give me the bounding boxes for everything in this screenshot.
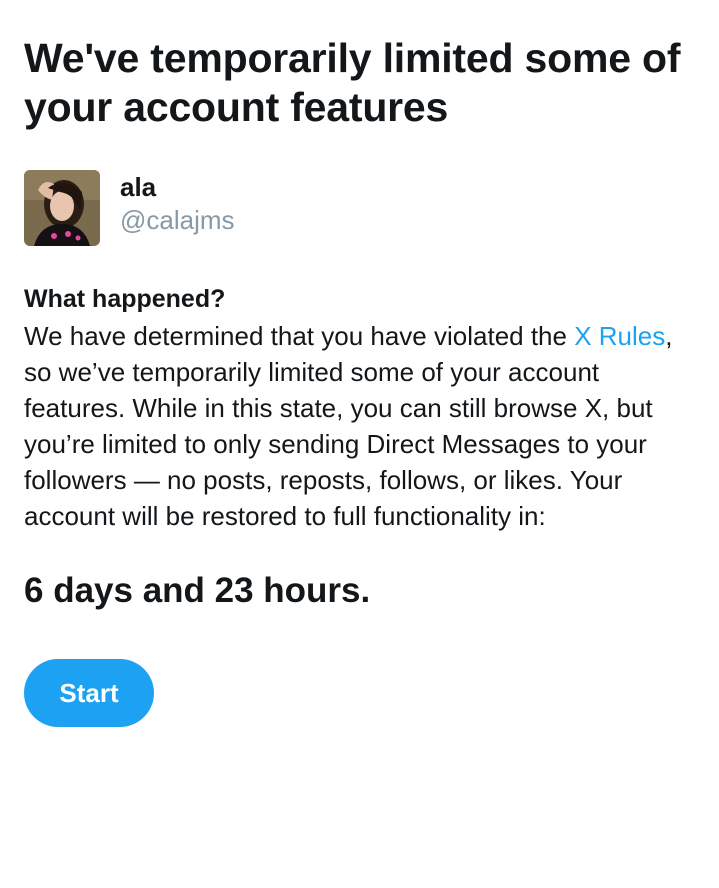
restriction-countdown: 6 days and 23 hours. [24,571,371,610]
notice-text-after-link: , so we’ve temporarily limited some of y… [24,321,673,531]
avatar-image [24,170,100,246]
x-rules-link[interactable]: X Rules [574,321,665,351]
avatar [24,170,100,246]
notice-body: We have determined that you have violate… [24,318,684,534]
start-button[interactable]: Start [24,659,154,727]
account-info: ala @calajms [24,170,695,246]
display-name: ala [120,172,157,202]
limited-account-page: We've temporarily limited some of your a… [0,0,719,888]
notice-text-before-link: We have determined that you have violate… [24,321,575,351]
account-names: ala @calajms [120,170,235,237]
what-happened-heading: What happened? [24,285,226,313]
account-handle: @calajms [120,205,235,235]
page-title: We've temporarily limited some of your a… [24,35,681,130]
